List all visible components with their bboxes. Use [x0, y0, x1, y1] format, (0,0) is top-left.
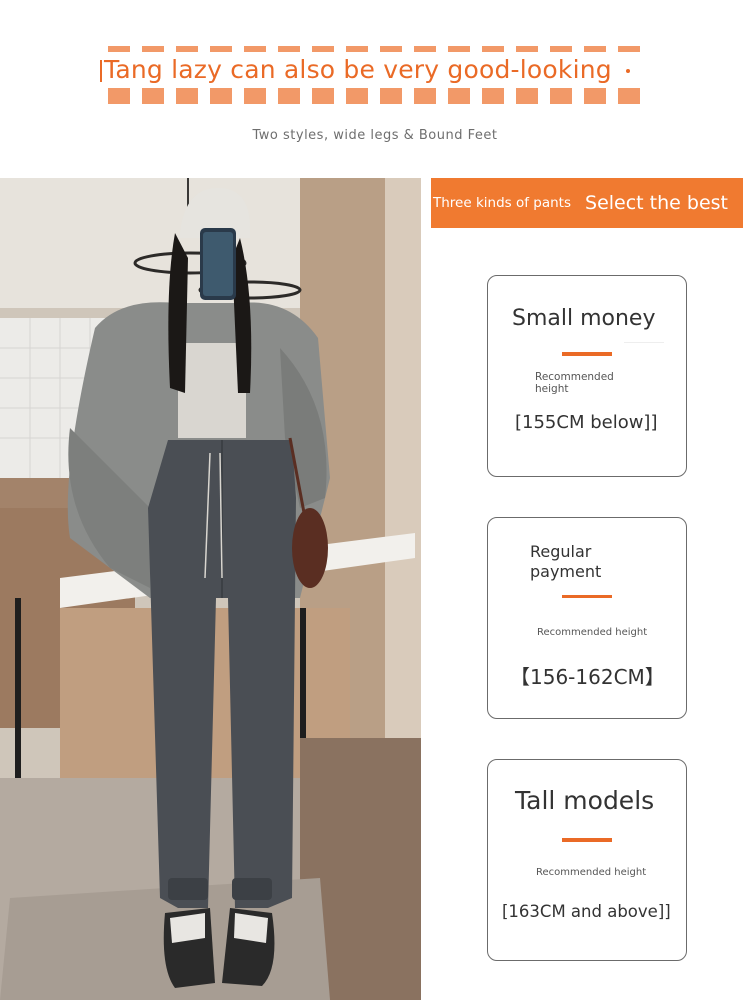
card-height-range: [155CM below]]: [515, 412, 658, 433]
card-title: Small money: [512, 306, 656, 331]
headline-dot-mark: [625, 69, 630, 73]
card-title: Regular payment: [530, 542, 602, 581]
subtitle: Two styles, wide legs & Bound Feet: [252, 128, 498, 143]
card-height-range: 【156-162CM】: [510, 665, 665, 689]
headline-bar-mark: [100, 60, 102, 82]
product-photo-illustration: [0, 178, 421, 1000]
card-recommended-label: Recommended height: [535, 371, 614, 395]
size-card-tall: Tall models Recommended height [163CM an…: [487, 759, 687, 961]
card-title: Tall models: [515, 786, 655, 815]
card-height-range: [163CM and above]]: [502, 902, 671, 921]
card-recommended-label: Recommended height: [536, 867, 647, 878]
banner-left-text: Three kinds of pants: [433, 195, 572, 211]
page-header: Tang lazy can also be very good-looking …: [0, 0, 750, 178]
selection-banner: Three kinds of pants Select the best: [431, 178, 743, 228]
banner-right-text: Select the best: [585, 192, 728, 214]
card-accent-line: [562, 595, 612, 598]
card-divider-line: [624, 342, 664, 343]
headline: Tang lazy can also be very good-looking: [100, 52, 648, 88]
card-recommended-label: Recommended height: [537, 627, 648, 638]
size-card-regular: Regular payment Recommended height 【156-…: [487, 517, 687, 719]
card-accent-line: [562, 838, 612, 842]
card-accent-line: [562, 352, 612, 356]
size-card-small: Small money Recommended height [155CM be…: [487, 275, 687, 477]
headline-text: Tang lazy can also be very good-looking: [104, 55, 612, 84]
product-photo: [0, 178, 421, 1000]
